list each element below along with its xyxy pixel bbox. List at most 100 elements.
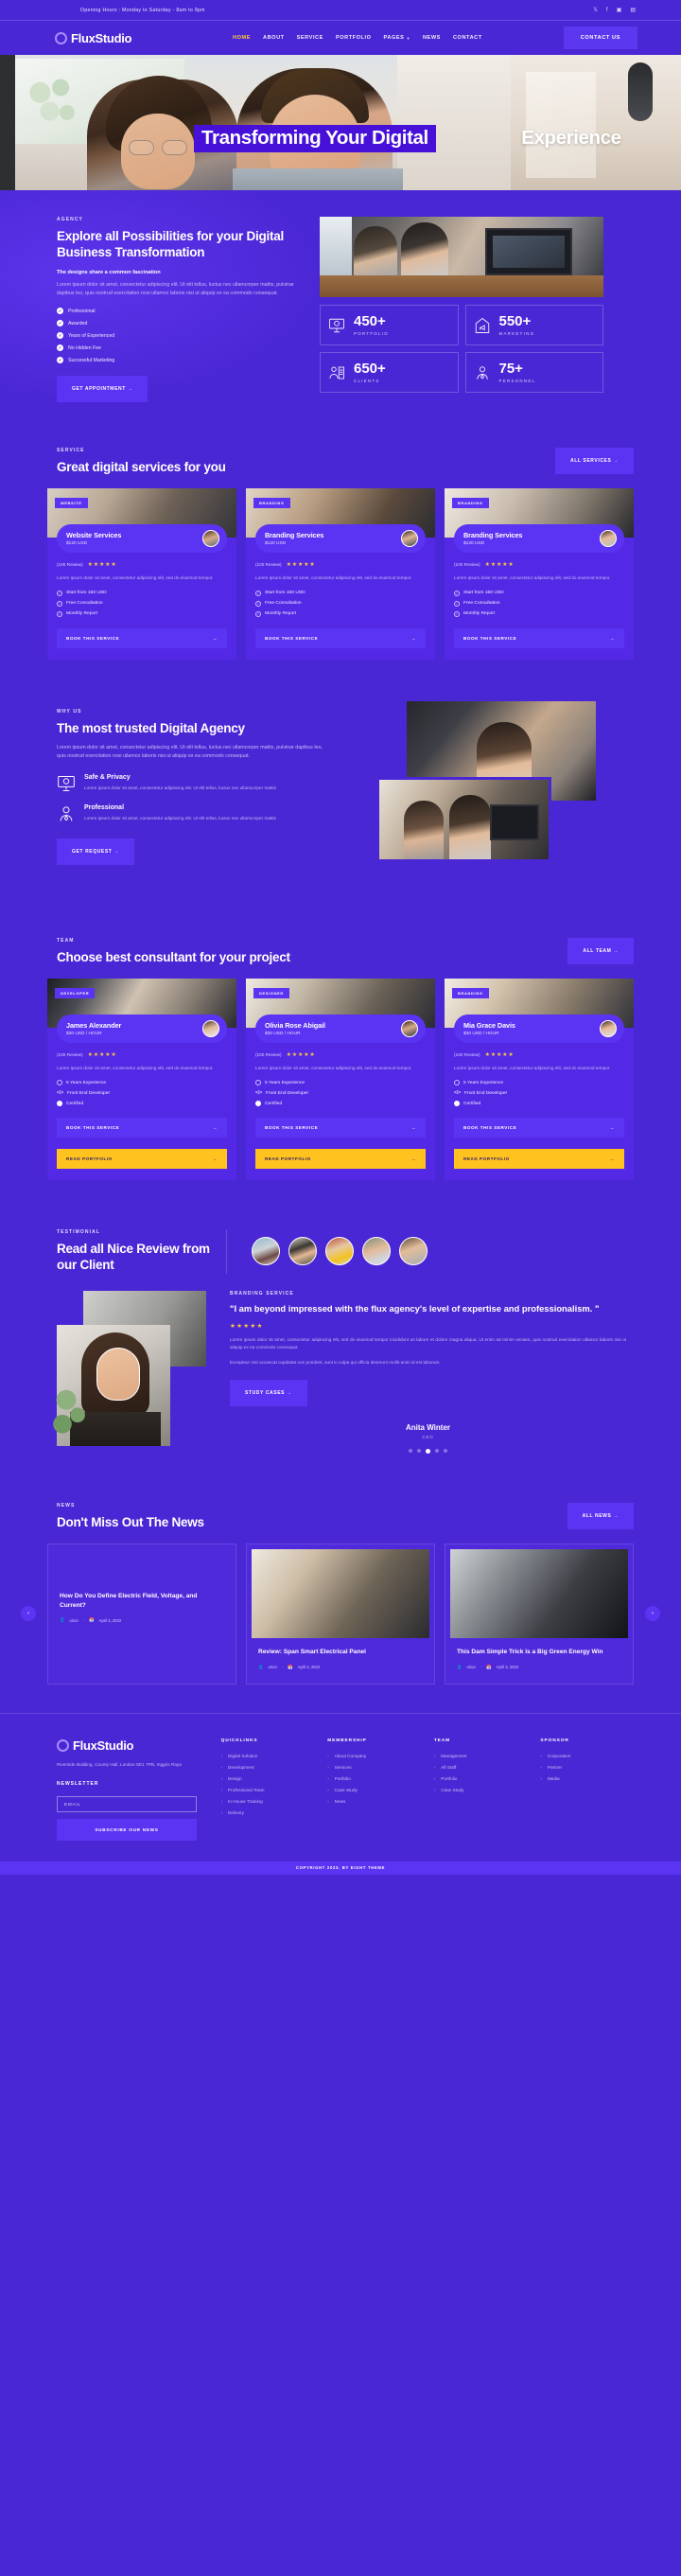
team-tag: BRANDING bbox=[452, 987, 489, 998]
team-card[interactable]: BRANDING Mia Grace Davis $30 USD / HOUR … bbox=[445, 978, 634, 1181]
footer-link[interactable]: › Professional Team bbox=[221, 1788, 315, 1792]
footer-link[interactable]: › In House Training bbox=[221, 1799, 315, 1804]
study-cases-button[interactable]: STUDY CASES → bbox=[230, 1380, 307, 1407]
book-service-button[interactable]: BOOK THIS SERVICE → bbox=[57, 627, 227, 648]
star-rating: ★★★★★ bbox=[87, 1051, 117, 1058]
client-avatar[interactable] bbox=[362, 1237, 391, 1266]
footer-link[interactable]: › Services bbox=[327, 1765, 421, 1770]
news-card[interactable]: Review: Span Smart Electrical Panel 👤 or… bbox=[246, 1544, 435, 1685]
instagram-icon[interactable]: ▣ bbox=[617, 8, 622, 13]
service-tag: WEBSITE bbox=[55, 498, 88, 509]
arrow-right-icon: → bbox=[609, 1156, 615, 1162]
carousel-dot-active[interactable] bbox=[426, 1449, 430, 1455]
whyus-feature: Professional Lorem ipsum dolor sit amet,… bbox=[57, 804, 331, 823]
team-card-header: James Alexander $30 USD / HOUR bbox=[57, 1014, 227, 1043]
carousel-prev-button[interactable]: ‹ bbox=[21, 1606, 36, 1622]
check-circle-icon: ✓ bbox=[454, 600, 460, 607]
brand-logo[interactable]: FluxStudio bbox=[28, 31, 218, 45]
footer-brand-logo[interactable]: FluxStudio bbox=[57, 1738, 208, 1753]
footer-link[interactable]: › Design bbox=[221, 1776, 315, 1781]
whyus-feature-desc: Lorem ipsum dolor sit amet, consectetur … bbox=[84, 816, 276, 821]
get-request-button[interactable]: GET REQUEST → bbox=[57, 838, 135, 866]
facebook-icon[interactable]: f bbox=[606, 8, 608, 13]
client-avatar[interactable] bbox=[399, 1237, 428, 1266]
service-reviews: (100 Review) ★★★★★ bbox=[454, 561, 624, 568]
book-service-button[interactable]: BOOK THIS SERVICE → bbox=[57, 1118, 227, 1138]
team-card[interactable]: DESIGNER Olivia Rose Abigail $30 USD / H… bbox=[246, 978, 435, 1181]
checklist-item: ✓ No Hidden Fee bbox=[57, 344, 101, 352]
checklist-item: ✓ Years of Experienced bbox=[57, 332, 115, 340]
news-meta: 👤 orion · 📅 April 3, 2022 bbox=[60, 1617, 122, 1623]
footer-link[interactable]: › Portfolio bbox=[327, 1776, 421, 1781]
carousel-dot[interactable] bbox=[409, 1449, 412, 1454]
opening-hours-text: Opening Hours : Monday to Saturday - 8am… bbox=[80, 7, 205, 13]
news-author: orion bbox=[466, 1665, 476, 1670]
team-card[interactable]: DEVELOPER James Alexander $30 USD / HOUR… bbox=[47, 978, 236, 1181]
footer-link[interactable]: › Delivery bbox=[221, 1810, 315, 1815]
footer-link[interactable]: › Case Study bbox=[327, 1788, 421, 1792]
read-portfolio-button[interactable]: READ PORTFOLIO → bbox=[255, 1149, 426, 1170]
client-avatar[interactable] bbox=[288, 1237, 317, 1266]
team-desc: Lorem ipsum dolor sit amet, consectetur … bbox=[255, 1065, 412, 1070]
clock-icon bbox=[454, 1080, 460, 1086]
get-appointment-button[interactable]: GET APPOINTMENT → bbox=[57, 376, 148, 403]
star-rating: ★★★★★ bbox=[286, 1051, 316, 1058]
client-avatar[interactable] bbox=[325, 1237, 354, 1266]
book-service-button[interactable]: BOOK THIS SERVICE → bbox=[454, 627, 624, 648]
nav-item-service[interactable]: SERVICE bbox=[297, 35, 323, 41]
news-card[interactable]: This Dam Simple Trick is a Big Green Ene… bbox=[445, 1544, 634, 1685]
read-portfolio-button[interactable]: READ PORTFOLIO → bbox=[57, 1149, 227, 1170]
contact-us-button[interactable]: CONTACT US bbox=[563, 26, 637, 49]
footer-link[interactable]: › About Company bbox=[327, 1754, 421, 1758]
service-card[interactable]: BRANDING Branding Services $120 USD (100… bbox=[445, 488, 634, 660]
service-card[interactable]: WEBSITE Website Services $120 USD (100 R… bbox=[47, 488, 236, 660]
main-navbar: FluxStudio HOME ABOUT SERVICE PORTFOLIO … bbox=[0, 21, 681, 55]
footer-link[interactable]: › Corporation bbox=[540, 1754, 634, 1758]
service-card[interactable]: BRANDING Branding Services $120 USD (100… bbox=[246, 488, 435, 660]
nav-item-about[interactable]: ABOUT bbox=[263, 35, 285, 41]
footer-link[interactable]: › News bbox=[327, 1799, 421, 1804]
book-service-button[interactable]: BOOK THIS SERVICE → bbox=[454, 1118, 624, 1138]
book-service-button[interactable]: BOOK THIS SERVICE → bbox=[255, 627, 426, 648]
footer-link[interactable]: › Management bbox=[434, 1754, 528, 1758]
badge-icon bbox=[255, 1101, 261, 1107]
news-card[interactable]: How Do You Define Electric Field, Voltag… bbox=[47, 1544, 236, 1685]
footer-link[interactable]: › Development bbox=[221, 1765, 315, 1770]
nav-item-pages[interactable]: PAGES ▼ bbox=[384, 35, 410, 41]
carousel-dot[interactable] bbox=[435, 1449, 439, 1454]
nav-item-portfolio[interactable]: PORTFOLIO bbox=[336, 35, 372, 41]
check-circle-icon: ✓ bbox=[57, 600, 62, 607]
footer-link[interactable]: › Portfolio bbox=[434, 1776, 528, 1781]
subscribe-button[interactable]: SUBSCRIBE OUR NEWS bbox=[57, 1818, 197, 1841]
news-meta: 👤 orion · 📅 April 3, 2022 bbox=[457, 1664, 519, 1670]
all-services-button[interactable]: ALL SERVICES → bbox=[554, 448, 634, 475]
all-team-button[interactable]: ALL TEAM → bbox=[568, 937, 634, 964]
client-avatar[interactable] bbox=[252, 1237, 280, 1266]
footer-link[interactable]: › Partner bbox=[540, 1765, 634, 1770]
email-field[interactable] bbox=[57, 1795, 197, 1812]
check-circle-icon: ✓ bbox=[255, 600, 261, 607]
linkedin-icon[interactable]: ▤ bbox=[630, 8, 636, 13]
footer-link[interactable]: › Digital Solution bbox=[221, 1754, 315, 1758]
monitor-icon bbox=[329, 318, 344, 332]
nav-item-contact[interactable]: CONTACT bbox=[453, 35, 482, 41]
read-portfolio-button[interactable]: READ PORTFOLIO → bbox=[454, 1149, 624, 1170]
carousel-dot[interactable] bbox=[444, 1449, 447, 1454]
team-cards: DEVELOPER James Alexander $30 USD / HOUR… bbox=[47, 978, 634, 1181]
stat-value: 550+ bbox=[498, 313, 532, 329]
all-news-button[interactable]: ALL NEWS → bbox=[567, 1503, 634, 1530]
service-card-header: Website Services $120 USD bbox=[57, 524, 227, 554]
nav-item-home[interactable]: HOME bbox=[233, 35, 251, 41]
nav-item-news[interactable]: NEWS bbox=[423, 35, 441, 41]
service-features: ✓ Start from 150 USD ✓ Free Consultation ✓… bbox=[454, 590, 624, 617]
footer-link[interactable]: › All Staff bbox=[434, 1765, 528, 1770]
client-card-icon bbox=[329, 366, 344, 379]
carousel-dot[interactable] bbox=[417, 1449, 421, 1454]
stats-grid: 450+ PORTFOLIO 550+ MARKETING 650+ CLIEN… bbox=[320, 305, 603, 393]
logo-ring-icon bbox=[57, 1738, 69, 1752]
book-service-button[interactable]: BOOK THIS SERVICE → bbox=[255, 1118, 426, 1138]
twitter-icon[interactable]: 𝕏 bbox=[593, 8, 598, 13]
carousel-next-button[interactable]: › bbox=[645, 1606, 660, 1622]
footer-link[interactable]: › Media bbox=[540, 1776, 634, 1781]
footer-link[interactable]: › Case Study bbox=[434, 1788, 528, 1792]
